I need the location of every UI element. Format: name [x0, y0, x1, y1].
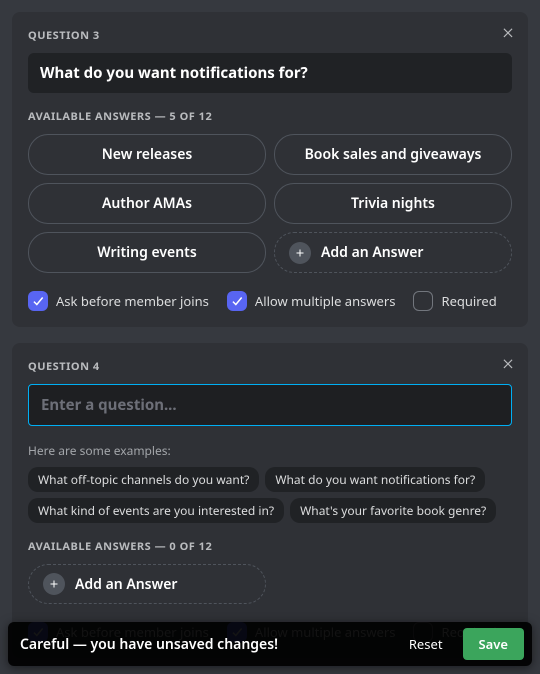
- answer-pill[interactable]: Writing events: [28, 232, 266, 273]
- multiple-answers-checkbox[interactable]: Allow multiple answers: [227, 291, 396, 311]
- examples-label: Here are some examples:: [28, 442, 512, 459]
- unsaved-changes-toast: Careful — you have unsaved changes! Rese…: [8, 622, 532, 666]
- reset-button[interactable]: Reset: [397, 629, 455, 659]
- example-chip[interactable]: What kind of events are you interested i…: [28, 498, 284, 523]
- add-answer-button[interactable]: Add an Answer: [28, 564, 266, 604]
- add-answer-label: Add an Answer: [321, 243, 423, 262]
- answer-pill[interactable]: New releases: [28, 134, 266, 175]
- answer-pill[interactable]: Book sales and giveaways: [274, 134, 512, 175]
- question-card-3: Question 3 What do you want notification…: [12, 12, 528, 327]
- ask-before-checkbox[interactable]: Ask before member joins: [28, 291, 209, 311]
- question-number-label: Question 3: [28, 28, 512, 43]
- example-chip[interactable]: What off-topic channels do you want?: [28, 467, 259, 492]
- checkbox-label: Allow multiple answers: [255, 292, 396, 310]
- save-button[interactable]: Save: [463, 628, 524, 660]
- plus-icon: [289, 242, 311, 264]
- question-text-input[interactable]: What do you want notifications for?: [28, 53, 512, 93]
- checkbox-label: Ask before member joins: [56, 292, 209, 310]
- close-icon[interactable]: [500, 24, 516, 40]
- checkbox-icon: [28, 291, 48, 311]
- question-card-4: Question 4 Enter a question... Here are …: [12, 343, 528, 658]
- required-checkbox[interactable]: Required: [413, 291, 496, 311]
- checkbox-icon: [227, 291, 247, 311]
- checkbox-icon: [413, 291, 433, 311]
- example-chip[interactable]: What do you want notifications for?: [265, 467, 485, 492]
- example-chip[interactable]: What's your favorite book genre?: [290, 498, 496, 523]
- plus-icon: [43, 573, 65, 595]
- available-answers-label: Available Answers — 5 of 12: [28, 109, 512, 124]
- available-answers-label: Available Answers — 0 of 12: [28, 539, 512, 554]
- checkbox-label: Required: [441, 292, 496, 310]
- close-icon[interactable]: [500, 355, 516, 371]
- question-number-label: Question 4: [28, 359, 512, 374]
- question-text-input[interactable]: Enter a question...: [28, 384, 512, 426]
- toast-message: Careful — you have unsaved changes!: [20, 635, 389, 654]
- add-answer-button[interactable]: Add an Answer: [274, 232, 512, 273]
- add-answer-label: Add an Answer: [75, 575, 177, 594]
- answer-pill[interactable]: Trivia nights: [274, 183, 512, 224]
- answer-pill[interactable]: Author AMAs: [28, 183, 266, 224]
